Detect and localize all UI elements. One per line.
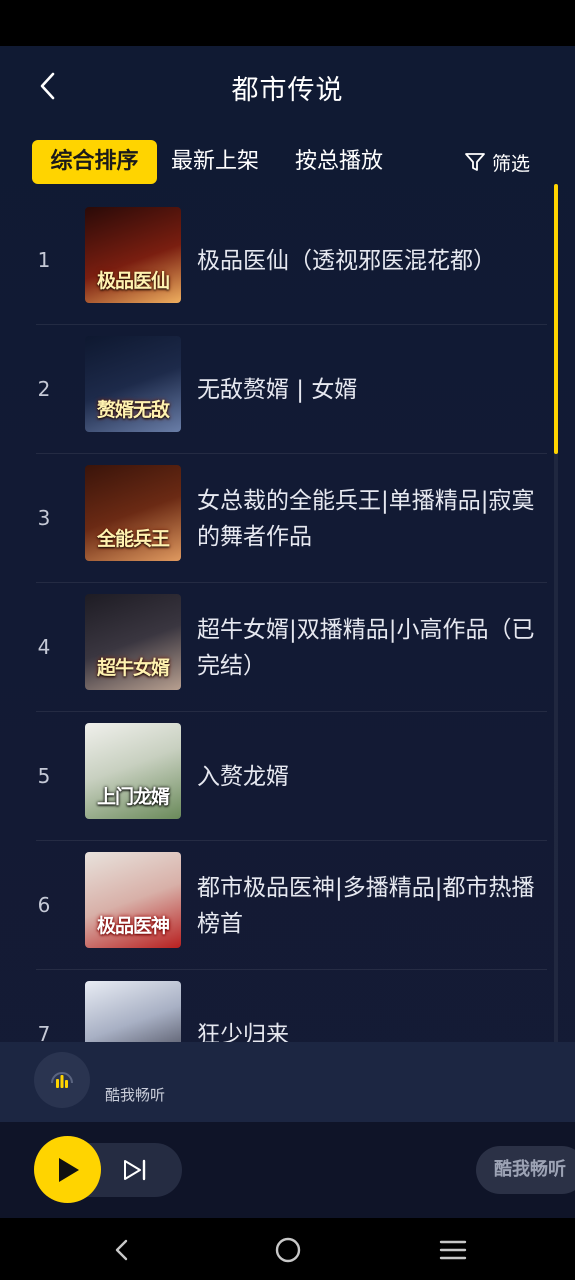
mini-player-label: 酷我畅听	[105, 1086, 166, 1104]
book-cover: 全能兵王	[85, 465, 181, 561]
page-title: 都市传说	[231, 75, 344, 106]
book-cover	[85, 981, 181, 1042]
cover-title-art: 极品医仙	[96, 270, 170, 292]
book-cover: 极品医仙	[85, 207, 181, 303]
book-list: 1 极品医仙 极品医仙（透视邪医混花都） 2 赘婿无敌 无敌赘婿 | 女婿 3 …	[0, 196, 575, 1042]
brand-button[interactable]: 酷我畅听	[476, 1146, 575, 1194]
sort-tabs: 综合排序 最新上架 按总播放 筛选	[0, 138, 575, 186]
rank-number: 2	[37, 377, 51, 401]
list-item[interactable]: 3 全能兵王 女总裁的全能兵王|单播精品|寂寞的舞者作品	[0, 454, 575, 583]
play-icon	[58, 1157, 79, 1182]
app-logo	[34, 1052, 90, 1108]
rank-number: 6	[37, 893, 51, 917]
tab-comprehensive-sort[interactable]: 综合排序	[32, 140, 157, 184]
nav-menu-button[interactable]	[435, 1232, 471, 1268]
tab-latest[interactable]: 最新上架	[171, 140, 259, 184]
nav-back-button[interactable]	[104, 1232, 140, 1268]
list-item[interactable]: 1 极品医仙 极品医仙（透视邪医混花都）	[0, 196, 575, 325]
rank-number: 3	[37, 506, 51, 530]
cover-title-art: 极品医神	[96, 915, 170, 937]
scrollbar-thumb[interactable]	[554, 184, 558, 454]
nav-home-button[interactable]	[270, 1232, 306, 1268]
rank-number: 7	[37, 1022, 51, 1042]
book-cover: 极品医神	[85, 852, 181, 948]
player-controls: 酷我畅听	[0, 1122, 575, 1218]
next-track-button[interactable]	[116, 1152, 154, 1188]
book-title: 极品医仙（透视邪医混花都）	[197, 247, 496, 274]
system-nav-bar	[0, 1218, 575, 1280]
cover-title-art: 超牛女婿	[96, 657, 170, 679]
mini-player-bar[interactable]: 酷我畅听	[0, 1042, 575, 1122]
audio-bars-icon	[51, 1072, 73, 1088]
rank-number: 1	[37, 248, 51, 272]
skip-next-icon	[124, 1159, 146, 1181]
tab-total-plays[interactable]: 按总播放	[295, 140, 383, 184]
rank-number: 4	[37, 635, 51, 659]
book-title: 都市极品医神|多播精品|都市热播榜首	[197, 874, 535, 937]
menu-icon	[439, 1240, 467, 1260]
rank-number: 5	[37, 764, 51, 788]
list-item[interactable]: 5 上门龙婿 入赘龙婿	[0, 712, 575, 841]
book-title: 超牛女婿|双播精品|小高作品（已完结）	[197, 616, 535, 679]
nav-back-icon	[115, 1239, 128, 1261]
book-title: 入赘龙婿	[197, 763, 289, 790]
book-title: 狂少归来	[197, 1021, 289, 1043]
list-item[interactable]: 2 赘婿无敌 无敌赘婿 | 女婿	[0, 325, 575, 454]
book-title: 无敌赘婿 | 女婿	[197, 376, 358, 403]
list-item[interactable]: 7 狂少归来	[0, 970, 575, 1042]
list-item[interactable]: 6 极品医神 都市极品医神|多播精品|都市热播榜首	[0, 841, 575, 970]
filter-icon	[465, 153, 485, 171]
app-screen: 都市传说 综合排序 最新上架 按总播放 筛选 1 极品医仙 极品医仙（透视邪医混…	[0, 46, 575, 1218]
cover-title-art: 赘婿无敌	[96, 399, 170, 421]
cover-title-art: 全能兵王	[96, 528, 170, 550]
home-circle-icon	[275, 1237, 301, 1263]
book-cover: 赘婿无敌	[85, 336, 181, 432]
filter-button[interactable]: 筛选	[464, 142, 530, 182]
book-title: 女总裁的全能兵王|单播精品|寂寞的舞者作品	[197, 487, 535, 550]
book-cover: 上门龙婿	[85, 723, 181, 819]
book-cover: 超牛女婿	[85, 594, 181, 690]
filter-label: 筛选	[492, 152, 531, 175]
list-item[interactable]: 4 超牛女婿 超牛女婿|双播精品|小高作品（已完结）	[0, 583, 575, 712]
cover-title-art: 上门龙婿	[96, 786, 170, 808]
status-bar	[0, 0, 575, 46]
header: 都市传说	[0, 46, 575, 130]
play-button[interactable]	[34, 1136, 101, 1203]
